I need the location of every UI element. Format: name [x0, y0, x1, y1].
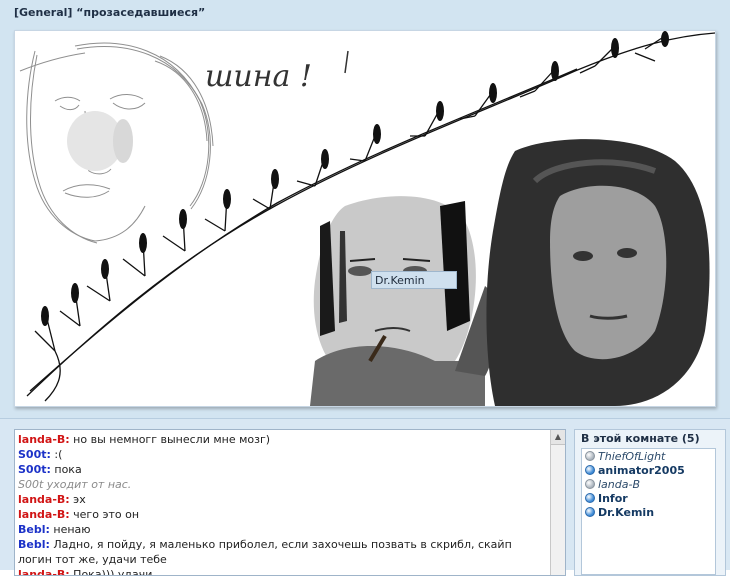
room-user-item[interactable]: Infor	[582, 491, 715, 505]
chat-nick[interactable]: landa-B:	[18, 493, 70, 506]
chat-text: эх	[69, 493, 86, 506]
remote-cursor-label: Dr.Kemin	[371, 271, 457, 289]
chat-message: landa-B: Пока))) удачи	[17, 567, 549, 576]
room-user-name: Dr.Kemin	[598, 505, 655, 519]
system-message-text: S00t уходит от нас.	[18, 478, 132, 491]
chat-text: пока	[50, 463, 82, 476]
chat-text: чего это он	[69, 508, 140, 521]
chat-message: landa-B: но вы немногг вынесли мне мозг)	[17, 432, 549, 447]
chat-text: :(	[50, 448, 63, 461]
right-portrait	[486, 139, 710, 406]
chat-message: S00t: :(	[17, 447, 549, 462]
room-users-list: ThiefOfLight animator2005 landa-B Infor Dr.K…	[581, 448, 716, 575]
room-user-name: animator2005	[598, 463, 685, 477]
chat-text: но вы немногг вынесли мне мозг)	[69, 433, 271, 446]
online-status-icon	[585, 493, 595, 503]
bottom-panel: landa-B: но вы немногг вынесли мне мозг)…	[0, 419, 730, 576]
chat-text: Пока))) удачи	[69, 568, 153, 576]
chat-message: Bebl: ненаю	[17, 522, 549, 537]
chat-log[interactable]: landa-B: но вы немногг вынесли мне мозг)…	[14, 429, 566, 576]
chat-message: S00t уходит от нас.	[17, 477, 549, 492]
room-user-item[interactable]: landa-B	[582, 477, 715, 491]
room-title: [General] “прозаседавшиеся”	[14, 6, 206, 19]
room-user-item[interactable]: ThiefOfLight	[582, 449, 715, 463]
chat-scrollbar[interactable]: ▲	[550, 430, 565, 575]
chat-nick[interactable]: landa-B:	[18, 568, 70, 575]
room-user-name: landa-B	[598, 477, 641, 491]
chat-message: S00t: пока	[17, 462, 549, 477]
room-user-item[interactable]: Dr.Kemin	[582, 505, 715, 519]
chat-text: ненаю	[49, 523, 91, 536]
chat-nick[interactable]: landa-B:	[18, 508, 70, 521]
drawing-canvas[interactable]: шина ! Dr.Kemin	[14, 30, 716, 407]
away-status-icon	[585, 479, 595, 489]
room-user-name: ThiefOfLight	[598, 449, 666, 463]
online-status-icon	[585, 465, 595, 475]
chat-nick[interactable]: Bebl:	[18, 523, 50, 536]
online-status-icon	[585, 507, 595, 517]
sketch-shade-2	[113, 119, 133, 163]
chat-nick[interactable]: S00t:	[18, 448, 51, 461]
scroll-up-arrow-icon[interactable]: ▲	[551, 430, 565, 445]
chat-message: Bebl: Ладно, я пойду, я маленько приболе…	[17, 537, 549, 567]
away-status-icon	[585, 451, 595, 461]
chat-nick[interactable]: landa-B:	[18, 433, 70, 446]
room-user-item[interactable]: animator2005	[582, 463, 715, 477]
canvas-handwriting: шина !	[205, 59, 312, 94]
chat-nick[interactable]: Bebl:	[18, 538, 50, 551]
room-users-panel: В этой комнате (5) ThiefOfLight animator2…	[574, 429, 726, 576]
chat-nick[interactable]: S00t:	[18, 463, 51, 476]
room-user-name: Infor	[598, 491, 628, 505]
chat-message-list: landa-B: но вы немногг вынесли мне мозг)…	[17, 432, 549, 576]
exclamation-stroke	[344, 50, 349, 74]
canvas-artwork: шина !	[19, 31, 715, 406]
chat-message: landa-B: эх	[17, 492, 549, 507]
chat-message: landa-B: чего это он	[17, 507, 549, 522]
middle-portrait	[310, 196, 497, 406]
drawing-panel: [General] “прозаседавшиеся” шина ! Dr.Ke…	[0, 0, 730, 419]
room-users-header: В этой комнате (5)	[581, 432, 700, 445]
chat-text: Ладно, я пойду, я маленько приболел, есл…	[18, 538, 512, 566]
